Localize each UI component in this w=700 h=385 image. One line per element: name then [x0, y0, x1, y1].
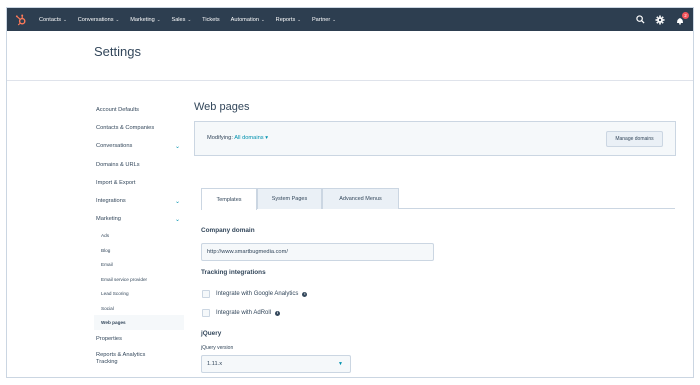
sidebar-item-label: Account Defaults: [96, 107, 139, 114]
sidebar-item-label: Properties: [96, 335, 122, 342]
sidebar-subitem-label: Email service provider: [101, 276, 148, 282]
adroll-checkbox[interactable]: [202, 309, 210, 317]
domain-selector[interactable]: All domains ▾: [234, 135, 268, 141]
nav-label: Automation: [230, 16, 259, 23]
google-analytics-checkbox-row[interactable]: Integrate with Google Analytics i: [202, 290, 308, 298]
sidebar-subitem-label: Blog: [101, 247, 111, 253]
jquery-version-value: 1.11.x: [207, 361, 223, 367]
sidebar-item-marketing[interactable]: Marketing ⌄: [94, 210, 184, 228]
manage-domains-button[interactable]: Manage domains: [606, 131, 663, 147]
nav-utilities: 2: [627, 8, 689, 31]
nav-sales[interactable]: Sales ⌄: [171, 17, 191, 23]
sidebar-subitem-label: Social: [101, 305, 114, 311]
tab-advanced-menus[interactable]: Advanced Menus: [322, 188, 399, 209]
nav-label: Reports: [275, 16, 296, 23]
app-window: Contacts ⌄ Conversations ⌄ Marketing ⌄ Sale…: [6, 7, 694, 378]
chevron-down-icon: ⌄: [187, 16, 192, 22]
sidebar-item-label: Import & Export: [96, 179, 136, 186]
tab-system-pages[interactable]: System Pages: [257, 188, 322, 209]
nav-reports[interactable]: Reports ⌄: [276, 17, 301, 23]
info-icon[interactable]: i: [302, 291, 308, 297]
section-title: Web pages: [194, 101, 250, 113]
sidebar-item-reports-analytics-tracking[interactable]: Reports & Analytics Tracking: [94, 348, 184, 368]
nav-label: Marketing: [130, 16, 155, 23]
sidebar-subitem-web-pages[interactable]: Web pages: [94, 315, 184, 330]
settings-sidebar: Account Defaults Contacts & Companies Co…: [94, 101, 184, 368]
chevron-down-icon: ⌄: [174, 143, 180, 150]
sidebar-item-label: Reports & Analytics Tracking: [96, 352, 146, 365]
tab-templates[interactable]: Templates: [201, 188, 257, 210]
nav-tickets[interactable]: Tickets: [202, 17, 220, 23]
sidebar-item-label: Integrations: [96, 198, 126, 205]
domain-selector-value: All domains: [234, 135, 264, 141]
nav-marketing[interactable]: Marketing ⌄: [130, 17, 160, 23]
sidebar-subitem-lead-scoring[interactable]: Lead Scoring: [94, 286, 184, 301]
chevron-down-icon: ⌄: [260, 16, 265, 22]
sidebar-subitem-label: Web pages: [101, 320, 126, 326]
chevron-down-icon: ⌄: [115, 16, 120, 22]
top-navigation-bar: Contacts ⌄ Conversations ⌄ Marketing ⌄ Sale…: [7, 8, 693, 31]
search-icon[interactable]: [633, 13, 647, 27]
nav-automation[interactable]: Automation ⌄: [231, 17, 265, 23]
company-domain-input[interactable]: http://www.smartbugmedia.com/: [201, 243, 434, 261]
notifications-icon[interactable]: 2: [673, 11, 689, 27]
sidebar-subitem-label: Ads: [101, 233, 110, 239]
company-domain-title: Company domain: [201, 227, 255, 234]
google-analytics-label: Integrate with Google Analytics: [216, 291, 299, 297]
jquery-version-label: jQuery version: [201, 345, 234, 351]
main-menu: Contacts ⌄ Conversations ⌄ Marketing ⌄ Sale…: [39, 17, 347, 23]
jquery-version-select[interactable]: 1.11.x ▼: [201, 355, 351, 373]
chevron-down-icon: ⌄: [174, 216, 180, 223]
sidebar-item-label: Marketing: [96, 216, 121, 223]
caret-down-icon: ▾: [265, 135, 269, 141]
main-content: Web pages Modifying: All domains ▾ Manag…: [194, 101, 684, 373]
chevron-down-icon: ⌄: [63, 16, 67, 22]
sidebar-item-account-defaults[interactable]: Account Defaults: [94, 101, 184, 119]
nav-partner[interactable]: Partner ⌄: [312, 17, 336, 23]
sidebar-subitem-social[interactable]: Social: [94, 301, 184, 316]
settings-tabs: Templates System Pages Advanced Menus: [201, 188, 675, 210]
tracking-integrations-title: Tracking integrations: [201, 269, 266, 276]
sidebar-subitem-ads[interactable]: Ads: [94, 228, 184, 243]
notification-count-badge: 2: [682, 11, 689, 19]
sidebar-subitem-email-service-provider[interactable]: Email service provider: [94, 272, 184, 287]
sidebar-subitem-label: Email: [101, 262, 113, 268]
caret-down-icon: ▼: [338, 361, 343, 367]
jquery-title: jQuery: [201, 330, 222, 337]
hubspot-logo-icon[interactable]: [10, 8, 32, 31]
chevron-down-icon: ⌄: [174, 198, 180, 205]
sidebar-item-integrations[interactable]: Integrations ⌄: [94, 192, 184, 210]
sidebar-subitem-email[interactable]: Email: [94, 257, 184, 272]
nav-label: Partner: [311, 16, 331, 23]
nav-label: Sales: [171, 16, 186, 23]
info-icon[interactable]: i: [275, 310, 281, 316]
domain-modifier-bar: Modifying: All domains ▾ Manage domains: [194, 121, 676, 156]
adroll-checkbox-row[interactable]: Integrate with AdRoll i: [202, 309, 281, 317]
settings-header: Settings: [7, 31, 693, 81]
nav-label: Contacts: [39, 16, 62, 23]
sidebar-item-label: Conversations: [96, 143, 133, 150]
sidebar-item-conversations[interactable]: Conversations ⌄: [94, 137, 184, 155]
modifying-text: Modifying:: [207, 135, 233, 141]
sidebar-item-label: Domains & URLs: [96, 161, 140, 168]
adroll-label: Integrate with AdRoll: [216, 310, 272, 316]
nav-label: Tickets: [202, 16, 220, 23]
modifying-label: Modifying: All domains ▾: [207, 135, 268, 141]
chevron-down-icon: ⌄: [156, 16, 161, 22]
nav-conversations[interactable]: Conversations ⌄: [78, 17, 119, 23]
google-analytics-checkbox[interactable]: [202, 290, 210, 298]
sidebar-subitem-label: Lead Scoring: [101, 291, 129, 297]
sidebar-item-contacts-companies[interactable]: Contacts & Companies: [94, 119, 184, 137]
sidebar-item-domains-urls[interactable]: Domains & URLs: [94, 156, 184, 174]
sidebar-item-import-export[interactable]: Import & Export: [94, 174, 184, 192]
page-title: Settings: [94, 44, 141, 59]
gear-icon[interactable]: [653, 13, 667, 27]
sidebar-item-properties[interactable]: Properties: [94, 330, 184, 348]
sidebar-item-label: Contacts & Companies: [96, 125, 155, 132]
nav-contacts[interactable]: Contacts ⌄: [39, 17, 67, 23]
nav-label: Conversations: [77, 16, 114, 23]
chevron-down-icon: ⌄: [297, 16, 301, 22]
sidebar-subitem-blog[interactable]: Blog: [94, 243, 184, 258]
chevron-down-icon: ⌄: [332, 16, 336, 22]
